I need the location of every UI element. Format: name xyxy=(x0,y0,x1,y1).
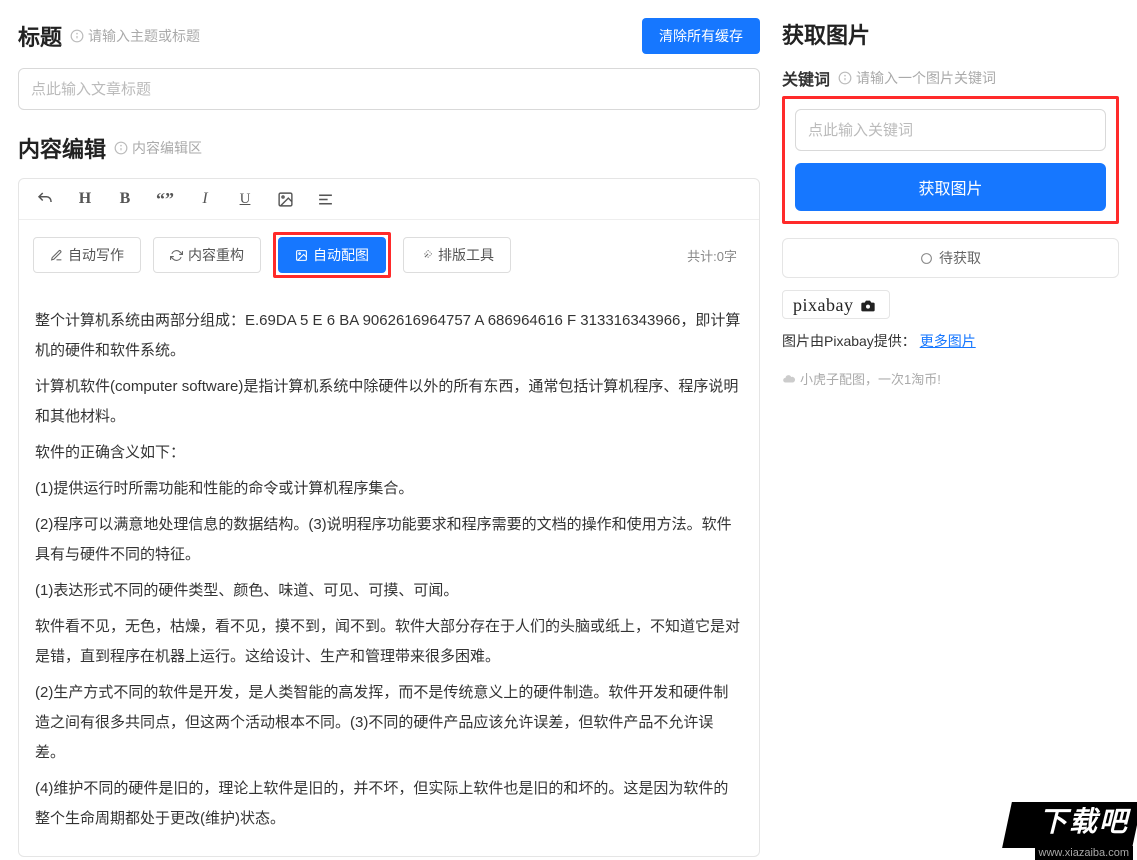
more-images-link[interactable]: 更多图片 xyxy=(920,333,976,349)
camera-icon xyxy=(857,298,879,314)
content-paragraph: (1)提供运行时所需功能和性能的命令或计算机程序集合。 xyxy=(35,474,743,504)
info-icon xyxy=(114,141,128,155)
keyword-row: 关键词 请输入一个图片关键词 xyxy=(782,66,1119,90)
editor-header: 内容编辑 内容编辑区 xyxy=(18,132,760,164)
pixabay-logo: pixabay xyxy=(782,290,890,319)
provide-row: 图片由Pixabay提供： 更多图片 xyxy=(782,331,1119,351)
auto-image-highlight: 自动配图 xyxy=(273,232,391,278)
content-paragraph: (2)程序可以满意地处理信息的数据结构。(3)说明程序功能要求和程序需要的文档的… xyxy=(35,510,743,570)
title-input[interactable] xyxy=(18,68,760,110)
fetch-image-button[interactable]: 获取图片 xyxy=(795,163,1106,211)
cloud-icon xyxy=(782,372,796,386)
circle-icon xyxy=(920,252,933,265)
content-paragraph: (4)维护不同的硬件是旧的，理论上软件是旧的，并不坏，但实际上软件也是旧的和坏的… xyxy=(35,774,743,834)
action-toolbar: 自动写作 内容重构 自动配图 排版工具 共计:0字 xyxy=(19,220,759,290)
title-label: 标题 xyxy=(18,20,62,52)
content-paragraph: 计算机软件(computer software)是指计算机系统中除硬件以外的所有… xyxy=(35,372,743,432)
content-paragraph: (1)表达形式不同的硬件类型、颜色、味道、可见、可摸、可闻。 xyxy=(35,576,743,606)
side-title-row: 获取图片 xyxy=(782,18,1119,50)
underline-icon[interactable]: U xyxy=(235,189,255,209)
keyword-highlight-block: 获取图片 xyxy=(782,96,1119,224)
editor-hint: 内容编辑区 xyxy=(114,138,202,158)
auto-image-button[interactable]: 自动配图 xyxy=(278,237,386,273)
title-hint: 请输入主题或标题 xyxy=(70,26,200,46)
undo-icon[interactable] xyxy=(35,189,55,209)
content-paragraph: 软件看不见，无色，枯燥，看不见，摸不到，闻不到。软件大部分存在于人们的头脑或纸上… xyxy=(35,612,743,672)
info-icon xyxy=(838,71,852,85)
image-icon[interactable] xyxy=(275,189,295,209)
editor-content[interactable]: 整个计算机系统由两部分组成：E.69DA 5 E 6 BA 9062616964… xyxy=(19,290,759,856)
keyword-input[interactable] xyxy=(795,109,1106,151)
editor-label: 内容编辑 xyxy=(18,132,106,164)
content-paragraph: 软件的正确含义如下： xyxy=(35,438,743,468)
italic-icon[interactable]: I xyxy=(195,189,215,209)
align-left-icon[interactable] xyxy=(315,189,335,209)
word-count: 共计:0字 xyxy=(687,246,745,265)
clear-cache-button[interactable]: 清除所有缓存 xyxy=(642,18,760,54)
image-icon xyxy=(295,249,308,262)
content-paragraph: (2)生产方式不同的软件是开发，是人类智能的高发挥，而不是传统意义上的硬件制造。… xyxy=(35,678,743,768)
keyword-hint: 请输入一个图片关键词 xyxy=(838,68,996,88)
heading-icon[interactable]: H xyxy=(75,189,95,209)
title-header: 标题 请输入主题或标题 清除所有缓存 xyxy=(18,18,760,54)
tip-row: 小虎子配图，一次1淘币! xyxy=(782,369,1119,388)
info-icon xyxy=(70,29,84,43)
quote-icon[interactable]: “” xyxy=(155,189,175,209)
rebuild-button[interactable]: 内容重构 xyxy=(153,237,261,273)
format-toolbar: H B “” I U xyxy=(19,179,759,220)
pending-status: 待获取 xyxy=(782,238,1119,278)
editor-box: H B “” I U 自动写作 内容重构 xyxy=(18,178,760,857)
bold-icon[interactable]: B xyxy=(115,189,135,209)
side-title: 获取图片 xyxy=(782,18,870,50)
wand-icon xyxy=(420,249,433,262)
watermark: 下载吧 www.xiazaiba.com xyxy=(997,798,1137,860)
content-paragraph: 整个计算机系统由两部分组成：E.69DA 5 E 6 BA 9062616964… xyxy=(35,306,743,366)
refresh-icon xyxy=(170,249,183,262)
keyword-label: 关键词 xyxy=(782,66,830,90)
pencil-icon xyxy=(50,249,63,262)
auto-write-button[interactable]: 自动写作 xyxy=(33,237,141,273)
layout-button[interactable]: 排版工具 xyxy=(403,237,511,273)
